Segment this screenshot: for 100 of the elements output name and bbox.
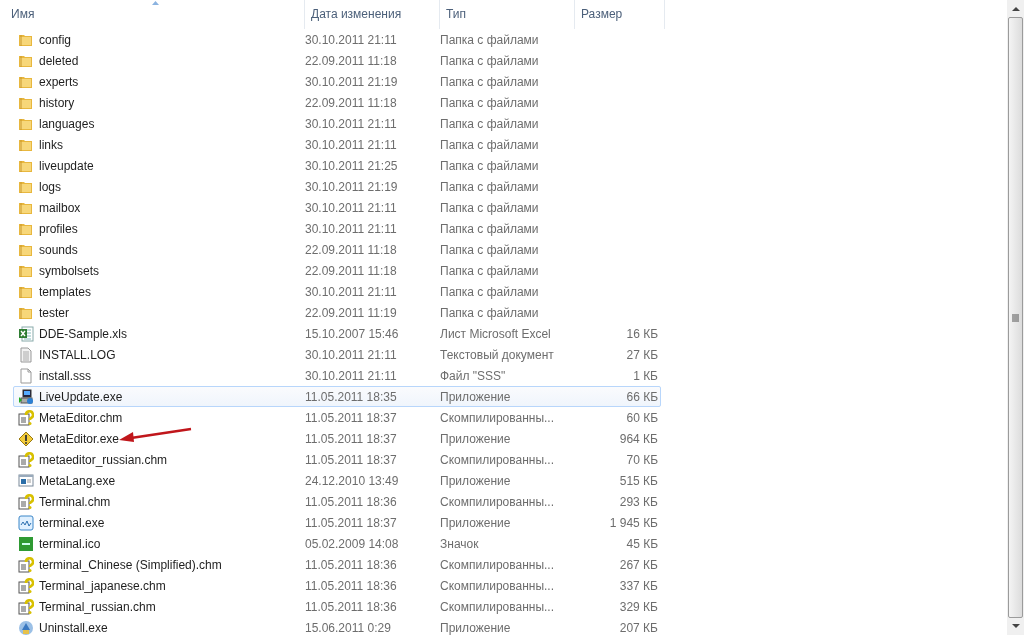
- file-size: 964 КБ: [619, 431, 658, 446]
- file-row[interactable]: sounds 22.09.2011 11:18 Папка с файлами: [13, 239, 661, 260]
- file-name: Terminal_russian.chm: [39, 598, 156, 616]
- file-type: Приложение: [440, 473, 511, 488]
- file-date: 30.10.2011 21:11: [305, 284, 397, 299]
- file-date: 30.10.2011 21:19: [305, 74, 398, 89]
- file-row[interactable]: history 22.09.2011 11:18 Папка с файлами: [13, 92, 661, 113]
- file-row[interactable]: MetaEditor.chm 11.05.2011 18:37 Скомпилированны... 60 КБ: [13, 407, 661, 428]
- file-type: Значок: [440, 536, 479, 551]
- file-row[interactable]: liveupdate 30.10.2011 21:25 Папка с файлами: [13, 155, 661, 176]
- file-date: 30.10.2011 21:11: [305, 368, 397, 383]
- file-date: 05.02.2009 14:08: [305, 536, 399, 551]
- file-row[interactable]: deleted 22.09.2011 11:18 Папка с файлами: [13, 50, 661, 71]
- file-row[interactable]: Uninstall.exe 15.06.2011 0:29 Приложение 207 КБ: [13, 617, 661, 635]
- file-name: Uninstall.exe: [39, 619, 108, 635]
- file-type: Приложение: [440, 515, 511, 530]
- file-row[interactable]: profiles 30.10.2011 21:11 Папка с файлами: [13, 218, 661, 239]
- file-size: 293 КБ: [619, 494, 658, 509]
- file-type: Папка с файлами: [440, 179, 539, 194]
- file-row[interactable]: MetaLang.exe 24.12.2010 13:49 Приложение 515 КБ: [13, 470, 661, 491]
- file-row[interactable]: mailbox 30.10.2011 21:11 Папка с файлами: [13, 197, 661, 218]
- file-type: Папка с файлами: [440, 32, 539, 47]
- file-row[interactable]: MetaEditor.exe 11.05.2011 18:37 Приложение 964 КБ: [13, 428, 661, 449]
- file-name: languages: [39, 115, 95, 133]
- file-size: 1 945 КБ: [609, 515, 658, 530]
- file-date: 11.05.2011 18:37: [305, 431, 397, 446]
- vertical-scrollbar[interactable]: [1007, 0, 1024, 635]
- image-icon: [18, 535, 34, 552]
- file-date: 22.09.2011 11:19: [305, 305, 397, 320]
- file-date: 30.10.2011 21:11: [305, 347, 397, 362]
- file-size: 27 КБ: [626, 347, 658, 362]
- file-row[interactable]: links 30.10.2011 21:11 Папка с файлами: [13, 134, 661, 155]
- file-date: 30.10.2011 21:25: [305, 158, 398, 173]
- file-type: Папка с файлами: [440, 284, 539, 299]
- file-date: 30.10.2011 21:11: [305, 32, 397, 47]
- file-size: 207 КБ: [619, 620, 658, 635]
- file-name: liveupdate: [39, 157, 94, 175]
- file-date: 30.10.2011 21:11: [305, 200, 397, 215]
- file-name: metaeditor_russian.chm: [39, 451, 168, 469]
- file-size: 70 КБ: [626, 452, 658, 467]
- help-document-icon: [18, 493, 34, 510]
- file-name: terminal.ico: [39, 535, 101, 553]
- file-row[interactable]: DDE-Sample.xls 15.10.2007 15:46 Лист Microsoft Excel 16 КБ: [13, 323, 661, 344]
- scroll-thumb[interactable]: [1008, 17, 1023, 618]
- file-size: 267 КБ: [619, 557, 658, 572]
- help-document-icon: [18, 451, 34, 468]
- file-name: tester: [39, 304, 69, 322]
- file-type: Скомпилированны...: [440, 578, 555, 593]
- file-type: Папка с файлами: [440, 95, 539, 110]
- file-row[interactable]: config 30.10.2011 21:11 Папка с файлами: [13, 29, 661, 50]
- file-row[interactable]: INSTALL.LOG 30.10.2011 21:11 Текстовый документ 27 КБ: [13, 344, 661, 365]
- help-document-icon: [18, 409, 34, 426]
- chart-window-icon: [18, 514, 34, 531]
- file-row[interactable]: templates 30.10.2011 21:11 Папка с файлами: [13, 281, 661, 302]
- file-date: 22.09.2011 11:18: [305, 53, 397, 68]
- file-type: Скомпилированны...: [440, 452, 555, 467]
- file-row[interactable]: Terminal_japanese.chm 11.05.2011 18:36 Скомпилированны... 337 КБ: [13, 575, 661, 596]
- file-row[interactable]: install.sss 30.10.2011 21:11 Файл "SSS" 1 КБ: [13, 365, 661, 386]
- help-document-icon: [18, 598, 34, 615]
- file-row[interactable]: Terminal_russian.chm 11.05.2011 18:36 Скомпилированны... 329 КБ: [13, 596, 661, 617]
- file-size: 66 КБ: [626, 389, 658, 404]
- down-arrow-icon: [1011, 624, 1020, 629]
- file-name: templates: [39, 283, 92, 301]
- file-row[interactable]: tester 22.09.2011 11:19 Папка с файлами: [13, 302, 661, 323]
- file-name: terminal.exe: [39, 514, 105, 532]
- file-type: Приложение: [440, 620, 511, 635]
- file-date: 22.09.2011 11:18: [305, 242, 397, 257]
- file-row[interactable]: LiveUpdate.exe 11.05.2011 18:35 Приложение 66 КБ: [13, 386, 661, 407]
- file-date: 24.12.2010 13:49: [305, 473, 399, 488]
- file-name: LiveUpdate.exe: [39, 388, 123, 406]
- file-size: 16 КБ: [626, 326, 658, 341]
- file-row[interactable]: symbolsets 22.09.2011 11:18 Папка с файлами: [13, 260, 661, 281]
- blank-document-icon: [18, 367, 34, 384]
- grip-icon: [1012, 313, 1019, 322]
- file-type: Папка с файлами: [440, 221, 539, 236]
- file-type: Файл "SSS": [440, 368, 506, 383]
- file-row[interactable]: metaeditor_russian.chm 11.05.2011 18:37 Скомпилированны... 70 КБ: [13, 449, 661, 470]
- file-row[interactable]: languages 30.10.2011 21:11 Папка с файлами: [13, 113, 661, 134]
- file-type: Папка с файлами: [440, 158, 539, 173]
- file-name: INSTALL.LOG: [39, 346, 116, 364]
- file-row[interactable]: logs 30.10.2011 21:19 Папка с файлами: [13, 176, 661, 197]
- file-name: DDE-Sample.xls: [39, 325, 128, 343]
- file-type: Папка с файлами: [440, 242, 539, 257]
- file-row[interactable]: experts 30.10.2011 21:19 Папка с файлами: [13, 71, 661, 92]
- file-type: Папка с файлами: [440, 263, 539, 278]
- file-date: 11.05.2011 18:36: [305, 599, 397, 614]
- computer-icon: [18, 388, 34, 405]
- file-type: Папка с файлами: [440, 137, 539, 152]
- file-name: profiles: [39, 220, 78, 238]
- file-row[interactable]: terminal_Chinese (Simplified).chm 11.05.2011 18:36 Скомпилированны... 267 КБ: [13, 554, 661, 575]
- file-date: 11.05.2011 18:37: [305, 452, 397, 467]
- file-date: 30.10.2011 21:11: [305, 116, 397, 131]
- file-type: Скомпилированны...: [440, 557, 555, 572]
- file-size: 1 КБ: [633, 368, 658, 383]
- help-document-icon: [18, 556, 34, 573]
- file-row[interactable]: terminal.ico 05.02.2009 14:08 Значок 45 КБ: [13, 533, 661, 554]
- file-row[interactable]: terminal.exe 11.05.2011 18:37 Приложение 1 945 КБ: [13, 512, 661, 533]
- file-row[interactable]: Terminal.chm 11.05.2011 18:36 Скомпилированны... 293 КБ: [13, 491, 661, 512]
- file-type: Приложение: [440, 431, 511, 446]
- file-name: config: [39, 31, 72, 49]
